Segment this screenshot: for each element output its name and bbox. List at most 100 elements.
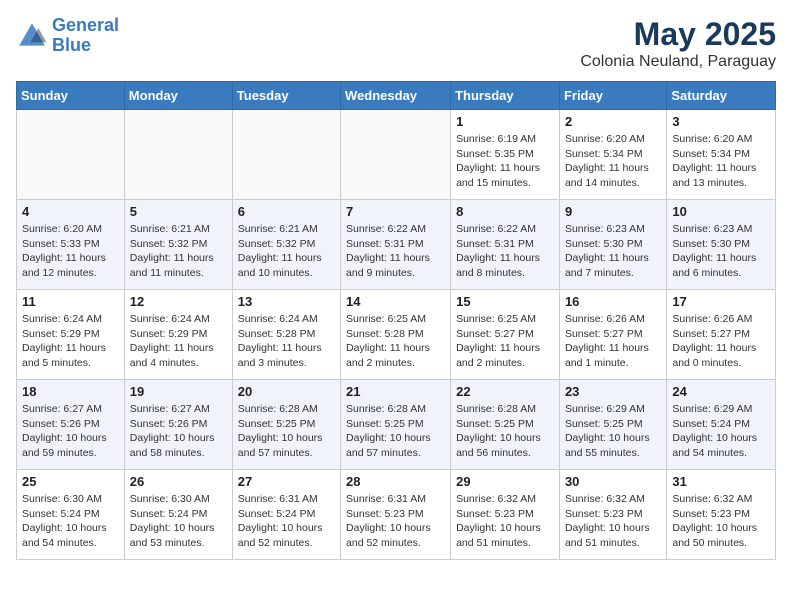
day-number: 24 — [672, 384, 770, 399]
day-info: Sunrise: 6:22 AM Sunset: 5:31 PM Dayligh… — [346, 222, 445, 281]
calendar-cell: 20 Sunrise: 6:28 AM Sunset: 5:25 PM Dayli… — [232, 380, 340, 470]
weekday-header-cell: Thursday — [451, 82, 560, 110]
calendar-cell: 21 Sunrise: 6:28 AM Sunset: 5:25 PM Dayli… — [341, 380, 451, 470]
day-number: 23 — [565, 384, 661, 399]
weekday-header-cell: Sunday — [17, 82, 125, 110]
calendar-table: SundayMondayTuesdayWednesdayThursdayFrid… — [16, 81, 776, 560]
day-info: Sunrise: 6:31 AM Sunset: 5:23 PM Dayligh… — [346, 492, 445, 551]
calendar-week-row: 18Sunrise: 6:27 AM Sunset: 5:26 PM Dayli… — [17, 380, 776, 470]
day-number: 19 — [130, 384, 227, 399]
day-number: 29 — [456, 474, 554, 489]
day-info: Sunrise: 6:32 AM Sunset: 5:23 PM Dayligh… — [672, 492, 770, 551]
day-number: 13 — [238, 294, 335, 309]
calendar-cell: 16 Sunrise: 6:26 AM Sunset: 5:27 PM Dayli… — [559, 290, 666, 380]
day-info: Sunrise: 6:28 AM Sunset: 5:25 PM Dayligh… — [456, 402, 554, 461]
calendar-cell: 22Sunrise: 6:28 AM Sunset: 5:25 PM Dayli… — [451, 380, 560, 470]
calendar-cell: 5Sunrise: 6:21 AM Sunset: 5:32 PM Daylig… — [124, 200, 232, 290]
calendar-cell: 7 Sunrise: 6:22 AM Sunset: 5:31 PM Daylig… — [341, 200, 451, 290]
day-number: 8 — [456, 204, 554, 219]
calendar-cell: 3 Sunrise: 6:20 AM Sunset: 5:34 PM Daylig… — [667, 110, 776, 200]
calendar-cell: 13 Sunrise: 6:24 AM Sunset: 5:28 PM Dayli… — [232, 290, 340, 380]
day-number: 12 — [130, 294, 227, 309]
calendar-cell — [124, 110, 232, 200]
calendar-cell: 26Sunrise: 6:30 AM Sunset: 5:24 PM Dayli… — [124, 470, 232, 560]
calendar-cell: 12 Sunrise: 6:24 AM Sunset: 5:29 PM Dayli… — [124, 290, 232, 380]
page-header: General Blue May 2025 Colonia Neuland, P… — [16, 16, 776, 71]
day-info: Sunrise: 6:26 AM Sunset: 5:27 PM Dayligh… — [565, 312, 661, 371]
day-number: 16 — [565, 294, 661, 309]
day-info: Sunrise: 6:25 AM Sunset: 5:28 PM Dayligh… — [346, 312, 445, 371]
calendar-week-row: 25 Sunrise: 6:30 AM Sunset: 5:24 PM Dayli… — [17, 470, 776, 560]
day-number: 7 — [346, 204, 445, 219]
day-number: 20 — [238, 384, 335, 399]
day-info: Sunrise: 6:23 AM Sunset: 5:30 PM Dayligh… — [672, 222, 770, 281]
day-info: Sunrise: 6:19 AM Sunset: 5:35 PM Dayligh… — [456, 132, 554, 191]
calendar-cell: 6 Sunrise: 6:21 AM Sunset: 5:32 PM Daylig… — [232, 200, 340, 290]
day-info: Sunrise: 6:29 AM Sunset: 5:24 PM Dayligh… — [672, 402, 770, 461]
calendar-cell: 27 Sunrise: 6:31 AM Sunset: 5:24 PM Dayli… — [232, 470, 340, 560]
calendar-cell: 29 Sunrise: 6:32 AM Sunset: 5:23 PM Dayli… — [451, 470, 560, 560]
day-number: 3 — [672, 114, 770, 129]
calendar-cell: 30 Sunrise: 6:32 AM Sunset: 5:23 PM Dayli… — [559, 470, 666, 560]
day-number: 14 — [346, 294, 445, 309]
calendar-cell: 23 Sunrise: 6:29 AM Sunset: 5:25 PM Dayli… — [559, 380, 666, 470]
calendar-cell — [17, 110, 125, 200]
day-number: 9 — [565, 204, 661, 219]
day-number: 1 — [456, 114, 554, 129]
day-info: Sunrise: 6:23 AM Sunset: 5:30 PM Dayligh… — [565, 222, 661, 281]
calendar-cell: 17Sunrise: 6:26 AM Sunset: 5:27 PM Dayli… — [667, 290, 776, 380]
calendar-cell: 8 Sunrise: 6:22 AM Sunset: 5:31 PM Daylig… — [451, 200, 560, 290]
day-info: Sunrise: 6:24 AM Sunset: 5:29 PM Dayligh… — [22, 312, 119, 371]
day-info: Sunrise: 6:20 AM Sunset: 5:34 PM Dayligh… — [672, 132, 770, 191]
day-info: Sunrise: 6:32 AM Sunset: 5:23 PM Dayligh… — [456, 492, 554, 551]
month-title: May 2025 — [580, 16, 776, 53]
day-number: 17 — [672, 294, 770, 309]
calendar-cell — [341, 110, 451, 200]
weekday-header-cell: Monday — [124, 82, 232, 110]
calendar-body: 1 Sunrise: 6:19 AM Sunset: 5:35 PM Daylig… — [17, 110, 776, 560]
day-info: Sunrise: 6:32 AM Sunset: 5:23 PM Dayligh… — [565, 492, 661, 551]
weekday-header-cell: Friday — [559, 82, 666, 110]
logo-text: General Blue — [52, 16, 119, 56]
calendar-cell: 18Sunrise: 6:27 AM Sunset: 5:26 PM Dayli… — [17, 380, 125, 470]
calendar-cell: 1 Sunrise: 6:19 AM Sunset: 5:35 PM Daylig… — [451, 110, 560, 200]
day-info: Sunrise: 6:24 AM Sunset: 5:29 PM Dayligh… — [130, 312, 227, 371]
day-info: Sunrise: 6:28 AM Sunset: 5:25 PM Dayligh… — [238, 402, 335, 461]
calendar-cell: 31 Sunrise: 6:32 AM Sunset: 5:23 PM Dayli… — [667, 470, 776, 560]
weekday-header-cell: Saturday — [667, 82, 776, 110]
day-info: Sunrise: 6:22 AM Sunset: 5:31 PM Dayligh… — [456, 222, 554, 281]
day-number: 6 — [238, 204, 335, 219]
calendar-week-row: 11Sunrise: 6:24 AM Sunset: 5:29 PM Dayli… — [17, 290, 776, 380]
day-info: Sunrise: 6:30 AM Sunset: 5:24 PM Dayligh… — [22, 492, 119, 551]
title-block: May 2025 Colonia Neuland, Paraguay — [580, 16, 776, 71]
day-info: Sunrise: 6:28 AM Sunset: 5:25 PM Dayligh… — [346, 402, 445, 461]
calendar-cell: 9 Sunrise: 6:23 AM Sunset: 5:30 PM Daylig… — [559, 200, 666, 290]
day-info: Sunrise: 6:20 AM Sunset: 5:33 PM Dayligh… — [22, 222, 119, 281]
calendar-cell: 25 Sunrise: 6:30 AM Sunset: 5:24 PM Dayli… — [17, 470, 125, 560]
weekday-header-cell: Tuesday — [232, 82, 340, 110]
calendar-cell: 4Sunrise: 6:20 AM Sunset: 5:33 PM Daylig… — [17, 200, 125, 290]
day-number: 28 — [346, 474, 445, 489]
calendar-cell: 11Sunrise: 6:24 AM Sunset: 5:29 PM Dayli… — [17, 290, 125, 380]
calendar-week-row: 4Sunrise: 6:20 AM Sunset: 5:33 PM Daylig… — [17, 200, 776, 290]
day-number: 31 — [672, 474, 770, 489]
day-number: 2 — [565, 114, 661, 129]
day-number: 21 — [346, 384, 445, 399]
weekday-header-cell: Wednesday — [341, 82, 451, 110]
day-number: 30 — [565, 474, 661, 489]
weekday-header-row: SundayMondayTuesdayWednesdayThursdayFrid… — [17, 82, 776, 110]
day-number: 25 — [22, 474, 119, 489]
calendar-cell — [232, 110, 340, 200]
day-info: Sunrise: 6:31 AM Sunset: 5:24 PM Dayligh… — [238, 492, 335, 551]
day-info: Sunrise: 6:24 AM Sunset: 5:28 PM Dayligh… — [238, 312, 335, 371]
day-info: Sunrise: 6:20 AM Sunset: 5:34 PM Dayligh… — [565, 132, 661, 191]
day-number: 18 — [22, 384, 119, 399]
day-number: 27 — [238, 474, 335, 489]
day-info: Sunrise: 6:29 AM Sunset: 5:25 PM Dayligh… — [565, 402, 661, 461]
calendar-cell: 10Sunrise: 6:23 AM Sunset: 5:30 PM Dayli… — [667, 200, 776, 290]
day-number: 5 — [130, 204, 227, 219]
logo-icon — [16, 20, 48, 52]
day-info: Sunrise: 6:21 AM Sunset: 5:32 PM Dayligh… — [238, 222, 335, 281]
calendar-cell: 19Sunrise: 6:27 AM Sunset: 5:26 PM Dayli… — [124, 380, 232, 470]
calendar-cell: 2 Sunrise: 6:20 AM Sunset: 5:34 PM Daylig… — [559, 110, 666, 200]
